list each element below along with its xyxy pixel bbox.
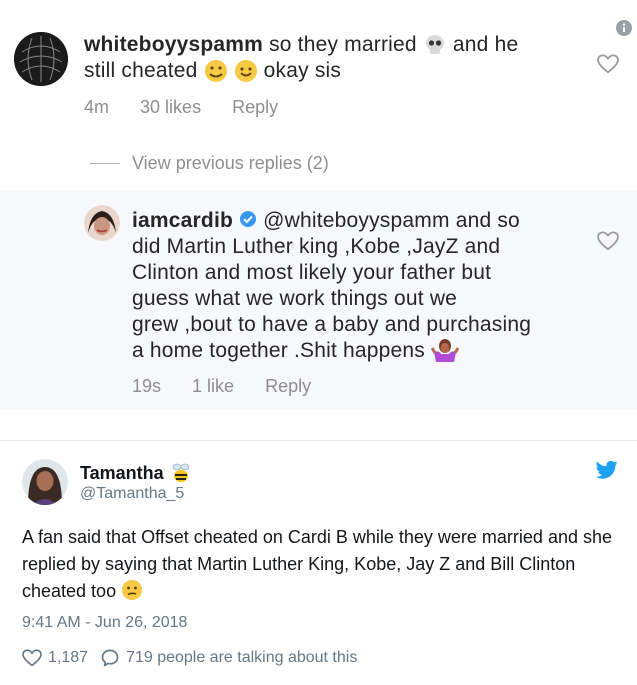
comment-text-line2a: still cheated bbox=[84, 59, 198, 82]
shrug-emoji-icon bbox=[431, 339, 460, 363]
smile-emoji-icon bbox=[234, 60, 257, 83]
tweet-author-handle[interactable]: @Tamantha_5 bbox=[80, 485, 184, 503]
tweet-talking-count: 719 people are talking about this bbox=[126, 649, 358, 666]
reply-like-heart-icon[interactable] bbox=[597, 231, 619, 251]
comment-meta: 4m 30 likes Reply bbox=[84, 97, 304, 118]
reply-time: 19s bbox=[132, 376, 162, 396]
reply-line1: @whiteboyyspamm and so bbox=[263, 209, 520, 232]
tweet-like-count: 1,187 bbox=[48, 649, 89, 666]
view-previous-label: View previous replies (2) bbox=[132, 153, 329, 173]
tweet-author-avatar[interactable] bbox=[22, 459, 68, 505]
heart-icon[interactable] bbox=[22, 649, 42, 667]
view-previous-replies[interactable]: View previous replies (2) bbox=[90, 153, 329, 174]
comment-text: whiteboyyspamm so they married and he st… bbox=[84, 32, 518, 84]
comment-bubble-icon[interactable] bbox=[100, 648, 120, 668]
tweet-author-name[interactable]: Tamantha bbox=[80, 463, 164, 484]
tweet-like-action[interactable]: 1,187 bbox=[22, 649, 88, 667]
tweet-talking-action[interactable]: 719 people are talking about this bbox=[100, 648, 357, 668]
tweet-author-name-row[interactable]: Tamantha bbox=[80, 462, 192, 484]
comment-text-line2b: okay sis bbox=[263, 59, 342, 82]
comment-text-line1b: and he bbox=[452, 33, 519, 56]
reply-line5: grew ,bout to have a baby and purchasing bbox=[132, 313, 532, 336]
reply-likes[interactable]: 1 like bbox=[192, 376, 234, 396]
reply-username[interactable]: iamcardib bbox=[132, 209, 233, 232]
verified-badge-icon bbox=[240, 211, 257, 228]
confused-emoji-icon bbox=[122, 580, 143, 601]
info-icon[interactable] bbox=[616, 20, 632, 36]
tweet-text-body: A fan said that Offset cheated on Cardi … bbox=[22, 527, 613, 601]
comment-reply-button[interactable]: Reply bbox=[232, 97, 278, 117]
embed-divider bbox=[0, 440, 637, 441]
twitter-bird-icon[interactable] bbox=[596, 460, 618, 480]
reply-reply-button[interactable]: Reply bbox=[265, 376, 311, 396]
grimace-emoji-icon bbox=[204, 60, 227, 83]
view-previous-line bbox=[90, 163, 120, 164]
skull-icon bbox=[425, 35, 444, 55]
reply-line2: did Martin Luther king ,Kobe ,JayZ and bbox=[132, 235, 501, 258]
comment-text-line1: so they married bbox=[269, 33, 417, 56]
commenter-avatar bbox=[14, 32, 68, 86]
comment-likes[interactable]: 30 likes bbox=[140, 97, 201, 117]
reply-line4: guess what we work things out we bbox=[132, 287, 458, 310]
reply-text: iamcardib @whiteboyyspamm and so did Mar… bbox=[132, 208, 531, 364]
tweet-actions: 1,187 719 people are talking about this bbox=[22, 648, 369, 668]
tweet-text: A fan said that Offset cheated on Cardi … bbox=[22, 524, 622, 605]
bee-emoji-icon bbox=[172, 463, 189, 482]
tweet-timestamp[interactable]: 9:41 AM - Jun 26, 2018 bbox=[22, 614, 187, 632]
reply-line6: a home together .Shit happens bbox=[132, 339, 426, 362]
reply-meta: 19s 1 like Reply bbox=[132, 376, 337, 397]
reply-line3: Clinton and most likely your father but bbox=[132, 261, 492, 284]
comment-time: 4m bbox=[84, 97, 110, 117]
instagram-screenshot: whiteboyyspamm so they married and he st… bbox=[0, 0, 637, 430]
comment-like-heart-icon[interactable] bbox=[597, 54, 619, 74]
reply-avatar bbox=[84, 205, 120, 241]
comment-username[interactable]: whiteboyyspamm bbox=[84, 33, 263, 56]
